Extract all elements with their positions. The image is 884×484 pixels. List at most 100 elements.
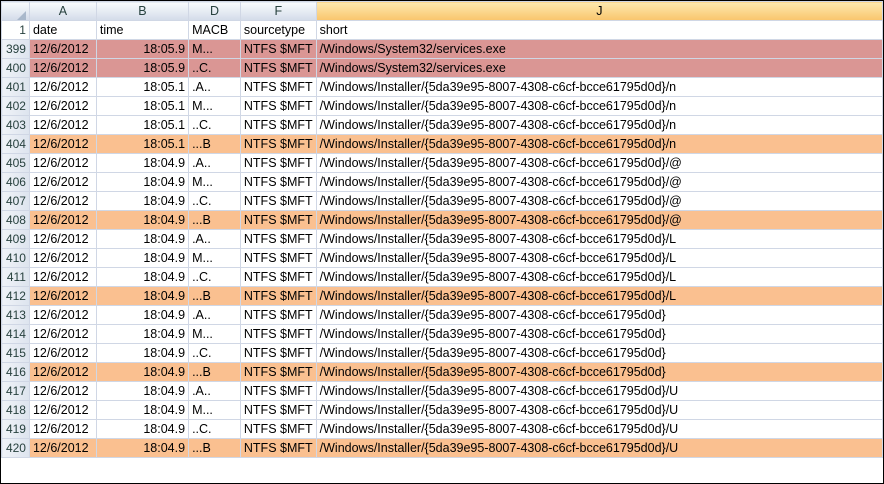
cell-time[interactable]: 18:05.1	[95, 134, 190, 154]
cell-macb[interactable]: ..C.	[188, 115, 241, 135]
cell-date[interactable]: 12/6/2012	[28, 362, 97, 382]
row-header[interactable]: 401	[1, 77, 30, 97]
cell-short[interactable]: /Windows/Installer/{5da39e95-8007-4308-c…	[315, 115, 883, 135]
cell-time[interactable]: 18:04.9	[95, 438, 190, 458]
row-header[interactable]: 409	[1, 229, 30, 249]
cell-short[interactable]: /Windows/Installer/{5da39e95-8007-4308-c…	[315, 343, 883, 363]
cell-sourcetype[interactable]: NTFS $MFT	[239, 134, 317, 154]
cell-sourcetype[interactable]: NTFS $MFT	[239, 305, 317, 325]
cell-sourcetype[interactable]: NTFS $MFT	[239, 229, 317, 249]
cell-macb[interactable]: .A..	[188, 153, 241, 173]
cell-sourcetype[interactable]: NTFS $MFT	[239, 400, 317, 420]
cell-sourcetype[interactable]: NTFS $MFT	[239, 153, 317, 173]
cell-sourcetype-header[interactable]: sourcetype	[239, 20, 317, 40]
cell-macb[interactable]: ...B	[188, 286, 241, 306]
cell-short[interactable]: /Windows/Installer/{5da39e95-8007-4308-c…	[315, 134, 883, 154]
row-header[interactable]: 411	[1, 267, 30, 287]
cell-short[interactable]: /Windows/Installer/{5da39e95-8007-4308-c…	[315, 267, 883, 287]
cell-short[interactable]: /Windows/System32/services.exe	[315, 39, 883, 59]
cell-time[interactable]: 18:04.9	[95, 172, 190, 192]
cell-date[interactable]: 12/6/2012	[28, 324, 97, 344]
cell-time[interactable]: 18:04.9	[95, 248, 190, 268]
row-header[interactable]: 410	[1, 248, 30, 268]
cell-time[interactable]: 18:04.9	[95, 362, 190, 382]
cell-date[interactable]: 12/6/2012	[28, 381, 97, 401]
cell-time[interactable]: 18:04.9	[95, 343, 190, 363]
cell-short[interactable]: /Windows/Installer/{5da39e95-8007-4308-c…	[315, 286, 883, 306]
cell-date[interactable]: 12/6/2012	[28, 305, 97, 325]
cell-sourcetype[interactable]: NTFS $MFT	[239, 77, 317, 97]
cell-time[interactable]: 18:05.9	[95, 39, 190, 59]
cell-time[interactable]: 18:04.9	[95, 286, 190, 306]
row-header[interactable]: 403	[1, 115, 30, 135]
column-header-d[interactable]: D	[188, 1, 241, 21]
cell-macb[interactable]: .A..	[188, 229, 241, 249]
cell-time[interactable]: 18:04.9	[95, 381, 190, 401]
row-header[interactable]: 418	[1, 400, 30, 420]
cell-short[interactable]: /Windows/Installer/{5da39e95-8007-4308-c…	[315, 96, 883, 116]
cell-short[interactable]: /Windows/Installer/{5da39e95-8007-4308-c…	[315, 381, 883, 401]
row-header[interactable]: 406	[1, 172, 30, 192]
column-header-a[interactable]: A	[28, 1, 97, 21]
cell-sourcetype[interactable]: NTFS $MFT	[239, 362, 317, 382]
cell-short-header[interactable]: short	[315, 20, 883, 40]
row-header[interactable]: 400	[1, 58, 30, 78]
row-header[interactable]: 407	[1, 191, 30, 211]
cell-date[interactable]: 12/6/2012	[28, 96, 97, 116]
cell-short[interactable]: /Windows/Installer/{5da39e95-8007-4308-c…	[315, 400, 883, 420]
row-header[interactable]: 417	[1, 381, 30, 401]
cell-short[interactable]: /Windows/Installer/{5da39e95-8007-4308-c…	[315, 77, 883, 97]
cell-macb[interactable]: ..C.	[188, 191, 241, 211]
cell-short[interactable]: /Windows/Installer/{5da39e95-8007-4308-c…	[315, 324, 883, 344]
cell-date[interactable]: 12/6/2012	[28, 39, 97, 59]
select-all-corner[interactable]	[1, 1, 30, 21]
cell-sourcetype[interactable]: NTFS $MFT	[239, 96, 317, 116]
cell-time[interactable]: 18:05.1	[95, 115, 190, 135]
cell-macb[interactable]: ...B	[188, 134, 241, 154]
cell-short[interactable]: /Windows/Installer/{5da39e95-8007-4308-c…	[315, 438, 883, 458]
cell-sourcetype[interactable]: NTFS $MFT	[239, 210, 317, 230]
cell-macb[interactable]: ..C.	[188, 58, 241, 78]
cell-sourcetype[interactable]: NTFS $MFT	[239, 115, 317, 135]
cell-time[interactable]: 18:04.9	[95, 324, 190, 344]
cell-short[interactable]: /Windows/Installer/{5da39e95-8007-4308-c…	[315, 191, 883, 211]
column-header-f[interactable]: F	[239, 1, 317, 21]
cell-time[interactable]: 18:05.1	[95, 77, 190, 97]
row-header[interactable]: 413	[1, 305, 30, 325]
row-header[interactable]: 412	[1, 286, 30, 306]
cell-macb[interactable]: .A..	[188, 305, 241, 325]
row-header[interactable]: 420	[1, 438, 30, 458]
row-header[interactable]: 415	[1, 343, 30, 363]
cell-macb[interactable]: ...B	[188, 438, 241, 458]
cell-macb[interactable]: M...	[188, 39, 241, 59]
cell-time[interactable]: 18:05.1	[95, 96, 190, 116]
cell-macb[interactable]: M...	[188, 248, 241, 268]
cell-sourcetype[interactable]: NTFS $MFT	[239, 191, 317, 211]
cell-short[interactable]: /Windows/Installer/{5da39e95-8007-4308-c…	[315, 248, 883, 268]
cell-date[interactable]: 12/6/2012	[28, 267, 97, 287]
row-header[interactable]: 1	[1, 20, 30, 40]
row-header[interactable]: 405	[1, 153, 30, 173]
cell-date[interactable]: 12/6/2012	[28, 286, 97, 306]
cell-time[interactable]: 18:04.9	[95, 153, 190, 173]
cell-time[interactable]: 18:04.9	[95, 267, 190, 287]
cell-macb[interactable]: M...	[188, 324, 241, 344]
cell-short[interactable]: /Windows/Installer/{5da39e95-8007-4308-c…	[315, 172, 883, 192]
cell-date[interactable]: 12/6/2012	[28, 77, 97, 97]
cell-time[interactable]: 18:04.9	[95, 400, 190, 420]
cell-short[interactable]: /Windows/Installer/{5da39e95-8007-4308-c…	[315, 210, 883, 230]
cell-macb[interactable]: ...B	[188, 210, 241, 230]
cell-sourcetype[interactable]: NTFS $MFT	[239, 438, 317, 458]
row-header[interactable]: 414	[1, 324, 30, 344]
cell-date[interactable]: 12/6/2012	[28, 134, 97, 154]
cell-time[interactable]: 18:04.9	[95, 191, 190, 211]
row-header[interactable]: 399	[1, 39, 30, 59]
cell-macb[interactable]: ...B	[188, 362, 241, 382]
cell-date[interactable]: 12/6/2012	[28, 191, 97, 211]
cell-macb[interactable]: ..C.	[188, 267, 241, 287]
cell-short[interactable]: /Windows/Installer/{5da39e95-8007-4308-c…	[315, 305, 883, 325]
cell-short[interactable]: /Windows/Installer/{5da39e95-8007-4308-c…	[315, 362, 883, 382]
column-header-b[interactable]: B	[95, 1, 190, 21]
cell-date-header[interactable]: date	[28, 20, 97, 40]
cell-macb[interactable]: ..C.	[188, 419, 241, 439]
